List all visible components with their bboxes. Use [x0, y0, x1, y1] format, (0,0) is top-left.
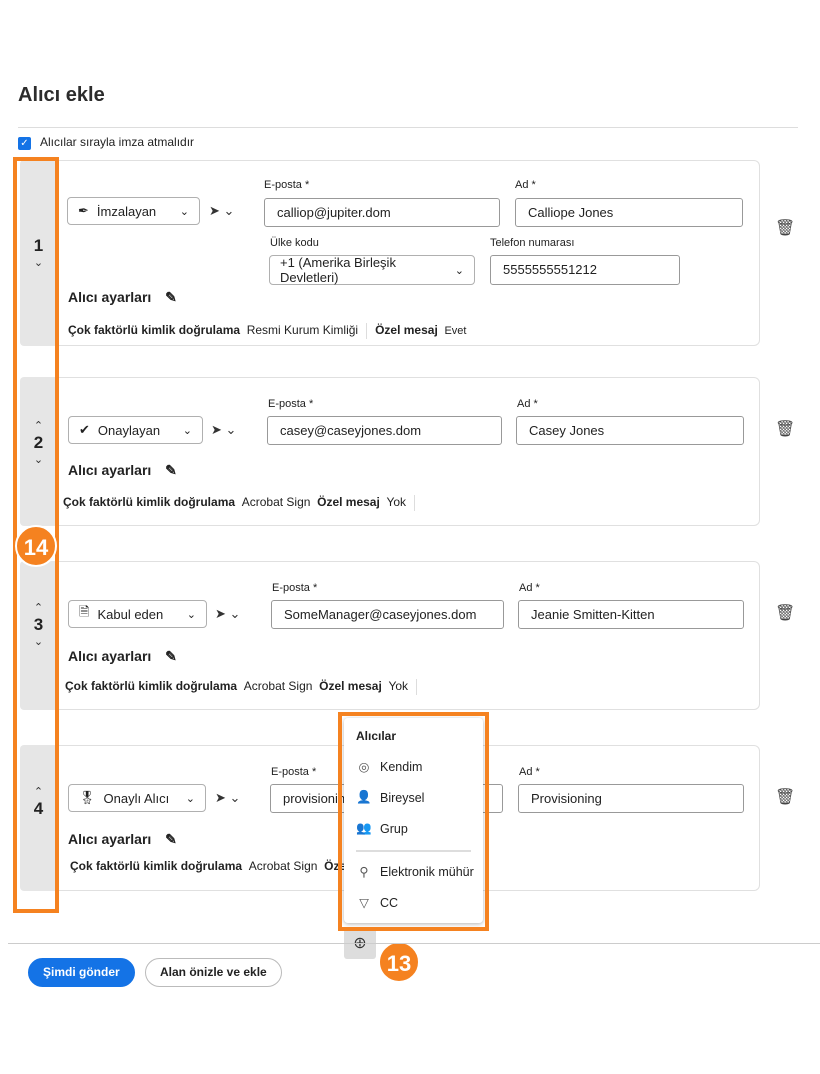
sequential-label: Alıcılar sırayla imza atmalıdır	[40, 135, 195, 149]
chevron-down-icon: ⌄	[229, 790, 241, 805]
name-input[interactable]: Casey Jones	[516, 416, 744, 445]
delete-recipient-icon[interactable]: 🗑	[775, 419, 795, 439]
settings-summary: Çok faktörlü kimlik doğrulama Acrobat Si…	[70, 859, 347, 873]
name-input[interactable]: Calliope Jones	[515, 198, 743, 227]
add-recipient-button[interactable]: ⊕	[344, 931, 376, 959]
email-label: E-posta *	[271, 766, 317, 778]
chevron-down-icon: ⌄	[229, 606, 241, 621]
delivery-select[interactable]: ➤ ⌄	[211, 422, 236, 438]
certified-icon: 🎖	[79, 790, 96, 805]
chevron-down-icon: ⌄	[223, 203, 235, 218]
phone-label: Telefon numarası	[490, 237, 575, 249]
delete-recipient-icon[interactable]: 🗑	[775, 218, 795, 238]
callout-box-13	[338, 712, 489, 931]
chevron-down-icon: ⌄	[182, 424, 192, 437]
name-label: Ad *	[519, 582, 540, 594]
email-label: E-posta *	[264, 179, 310, 191]
page-title: Alıcı ekle	[18, 84, 105, 106]
email-label: E-posta *	[268, 398, 314, 410]
pencil-icon[interactable]: ✎	[165, 462, 177, 478]
recipient-card-1: ✒ İmzalayan ⌄ ➤ ⌄ E-posta * calliop@jupite…	[57, 160, 760, 346]
divider	[18, 127, 798, 128]
delete-recipient-icon[interactable]: 🗑	[775, 787, 795, 807]
role-select[interactable]: ✔ Onaylayan ⌄	[68, 416, 203, 444]
sequential-checkbox[interactable]: ✓	[18, 137, 31, 150]
email-label: E-posta *	[272, 582, 318, 594]
recipient-settings-label: Alıcı ayarları ✎	[68, 648, 177, 664]
send-icon: ➤	[215, 790, 226, 805]
delivery-select[interactable]: ➤ ⌄	[215, 790, 240, 806]
recipient-settings-label: Alıcı ayarları ✎	[68, 462, 177, 478]
callout-badge-14: 14	[15, 525, 57, 567]
send-icon: ➤	[215, 606, 226, 621]
settings-summary: Çok faktörlü kimlik doğrulama Acrobat Si…	[65, 679, 425, 695]
footer-divider	[8, 943, 820, 944]
recipient-settings-label: Alıcı ayarları ✎	[68, 289, 177, 305]
country-value: +1 (Amerika Birleşik Devletleri)	[280, 255, 396, 285]
chevron-down-icon: ⌄	[186, 608, 196, 621]
recipient-card-2: ✔ Onaylayan ⌄ ➤ ⌄ E-posta * casey@caseyjon…	[57, 377, 760, 526]
email-input[interactable]: calliop@jupiter.dom	[264, 198, 500, 227]
role-value: İmzalayan	[96, 203, 157, 219]
name-label: Ad *	[515, 179, 536, 191]
pencil-icon[interactable]: ✎	[165, 648, 177, 664]
role-value: Onaylayan	[97, 422, 161, 438]
chevron-down-icon: ⌄	[179, 205, 189, 218]
name-label: Ad *	[517, 398, 538, 410]
pencil-icon[interactable]: ✎	[165, 289, 177, 305]
check-circle-icon: ✔	[79, 422, 90, 437]
delivery-select[interactable]: ➤ ⌄	[215, 606, 240, 622]
pen-icon: ✒	[78, 203, 89, 218]
email-input[interactable]: SomeManager@caseyjones.dom	[271, 600, 504, 629]
name-label: Ad *	[519, 766, 540, 778]
send-now-button[interactable]: Şimdi gönder	[28, 958, 135, 987]
chevron-down-icon: ⌄	[185, 792, 195, 805]
role-select[interactable]: ✒ İmzalayan ⌄	[67, 197, 200, 225]
delivery-select[interactable]: ➤ ⌄	[209, 203, 234, 219]
name-input[interactable]: Provisioning	[518, 784, 744, 813]
recipient-card-3: 🗎 Kabul eden ⌄ ➤ ⌄ E-posta * SomeManager@c…	[57, 561, 760, 710]
delete-recipient-icon[interactable]: 🗑	[775, 603, 795, 623]
country-select[interactable]: +1 (Amerika Birleşik Devletleri) ⌄	[269, 255, 475, 285]
country-label: Ülke kodu	[270, 237, 319, 249]
send-icon: ➤	[211, 422, 222, 437]
role-value: Kabul eden	[97, 606, 164, 622]
role-value: Onaylı Alıcı	[103, 790, 170, 806]
settings-summary: Çok faktörlü kimlik doğrulama Resmi Kuru…	[68, 323, 467, 339]
name-input[interactable]: Jeanie Smitten-Kitten	[518, 600, 744, 629]
settings-summary: Çok faktörlü kimlik doğrulama Acrobat Si…	[63, 495, 423, 511]
document-check-icon: 🗎	[79, 604, 90, 619]
send-icon: ➤	[209, 203, 220, 218]
role-select[interactable]: 🎖 Onaylı Alıcı ⌄	[68, 784, 206, 812]
chevron-down-icon: ⌄	[454, 264, 464, 277]
callout-badge-13: 13	[378, 941, 420, 983]
recipient-settings-label: Alıcı ayarları ✎	[68, 831, 177, 847]
chevron-down-icon: ⌄	[225, 422, 237, 437]
role-select[interactable]: 🗎 Kabul eden ⌄	[68, 600, 207, 628]
email-input[interactable]: casey@caseyjones.dom	[267, 416, 502, 445]
phone-input[interactable]: 5555555551212	[490, 255, 680, 285]
pencil-icon[interactable]: ✎	[165, 831, 177, 847]
preview-add-fields-button[interactable]: Alan önizle ve ekle	[145, 958, 282, 987]
